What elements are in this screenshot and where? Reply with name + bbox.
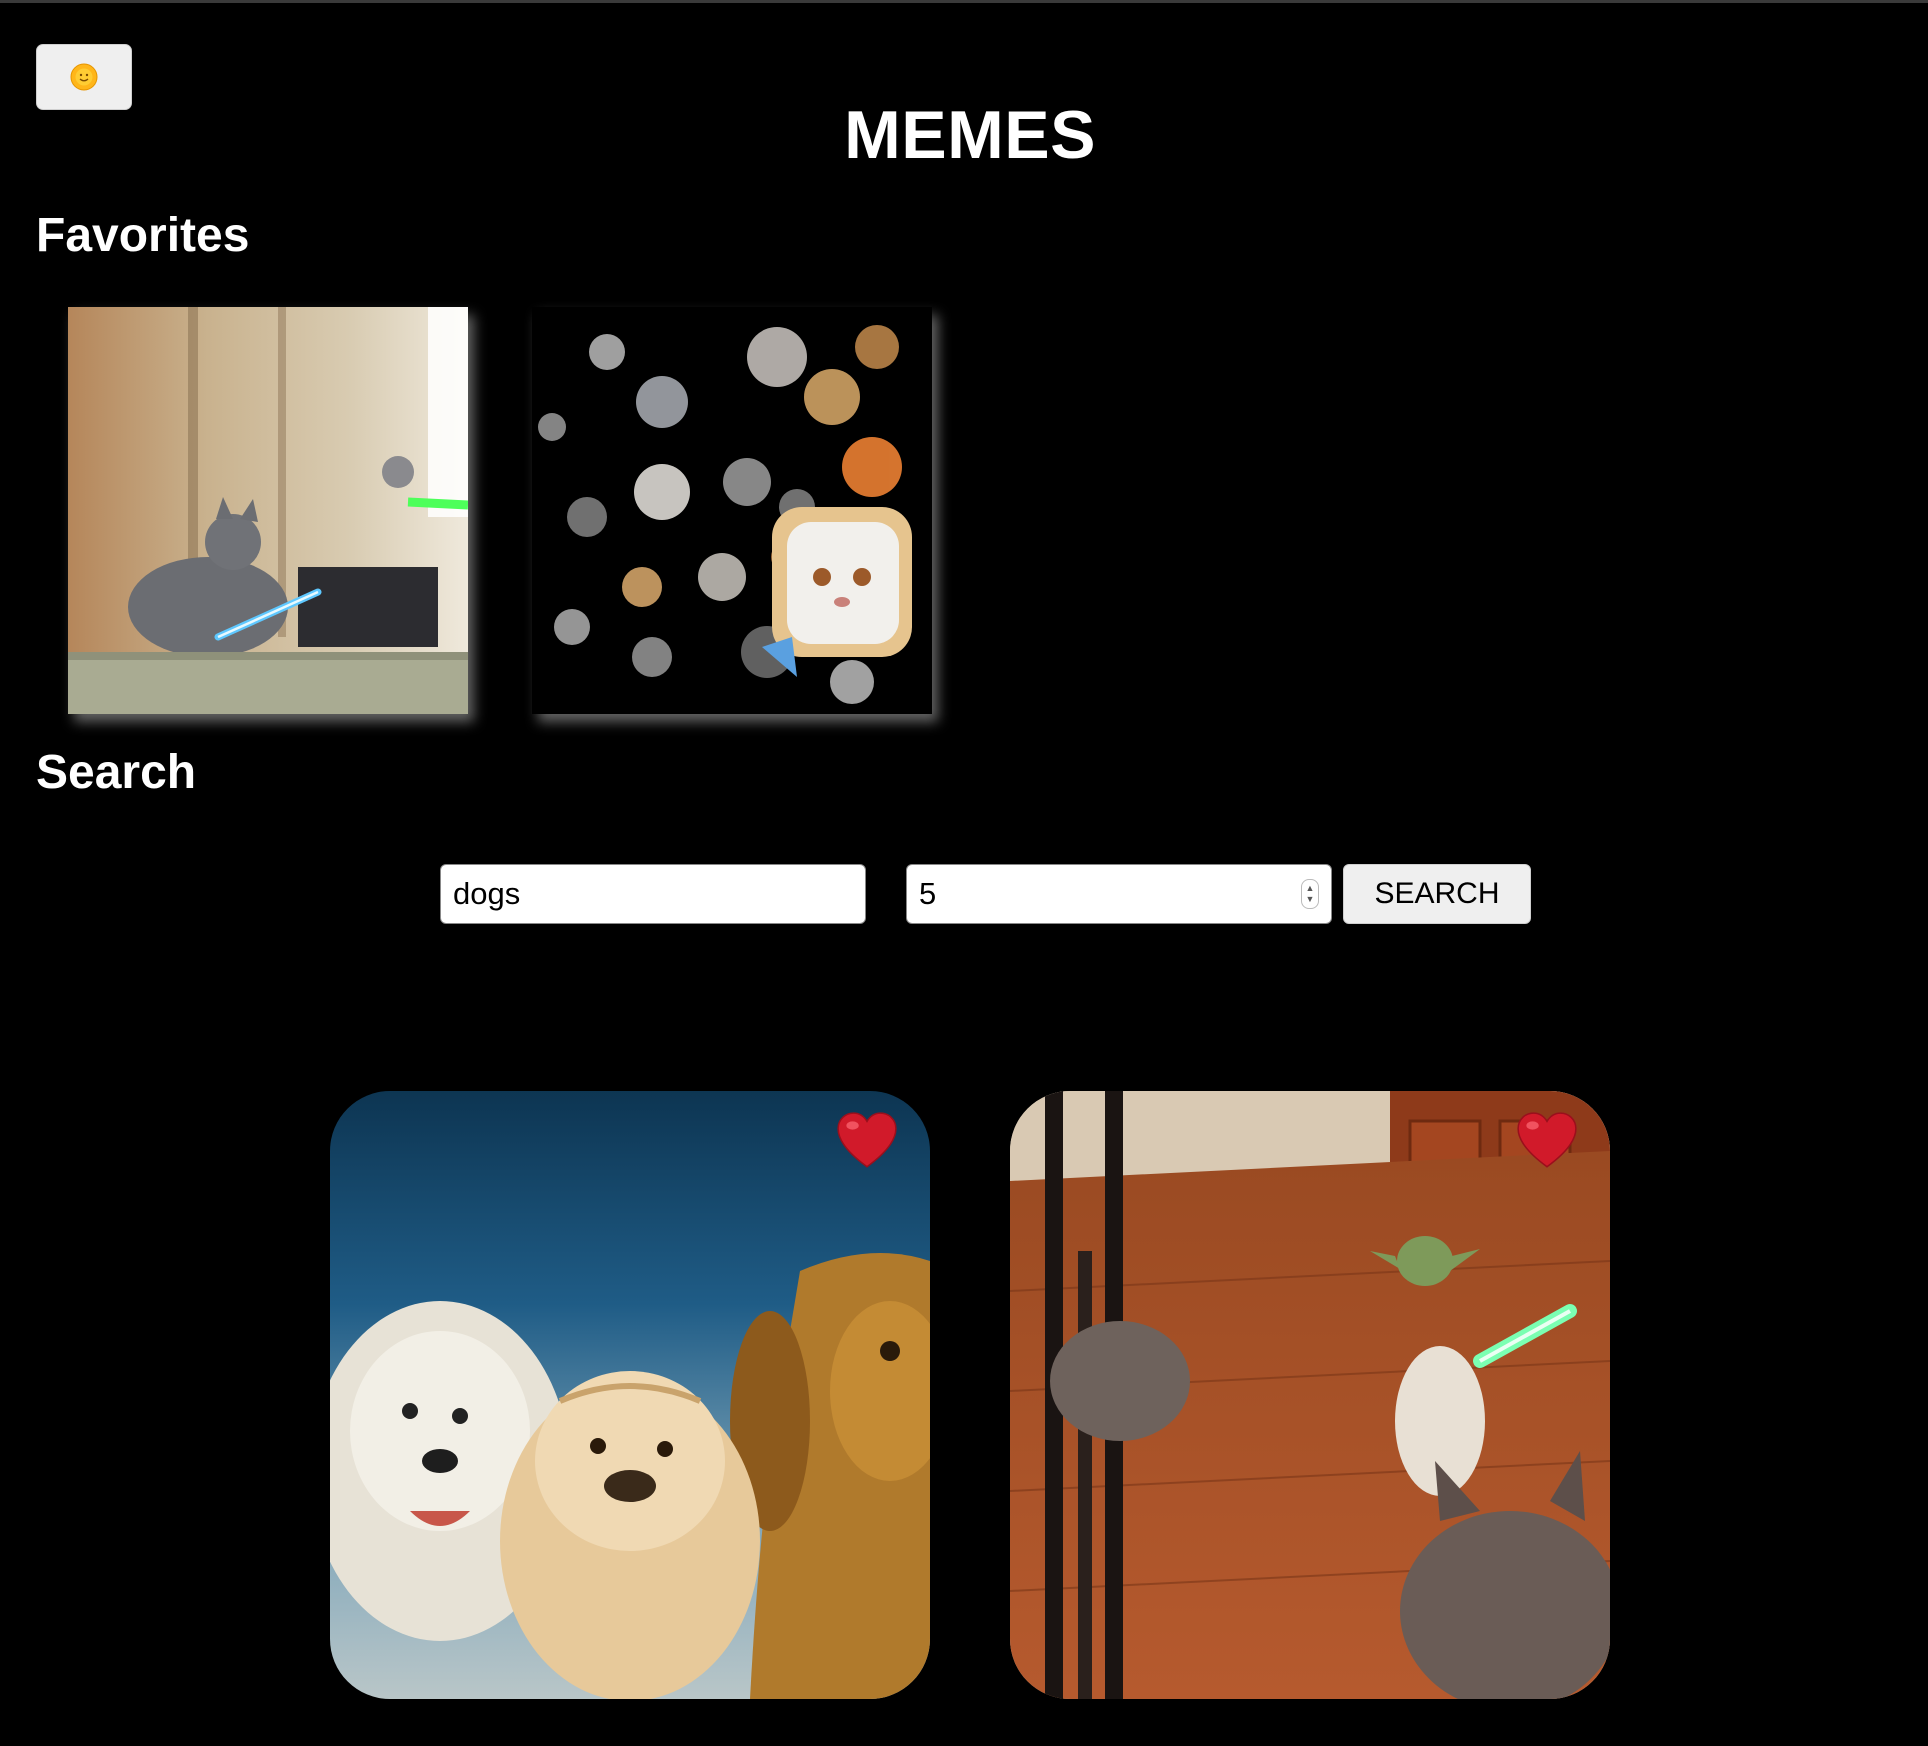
number-spinner-icon[interactable]: ▲ ▼: [1301, 879, 1319, 909]
search-query-input[interactable]: [440, 864, 866, 924]
search-heading: Search: [36, 746, 197, 799]
favorite-image: [68, 307, 468, 714]
favorite-item-flying-cats[interactable]: [532, 307, 932, 714]
favorite-heart-icon[interactable]: [834, 1109, 900, 1175]
result-image: [1010, 1091, 1610, 1699]
favorite-heart-icon[interactable]: [1514, 1109, 1580, 1175]
window-top-border: [0, 0, 1928, 3]
favorite-image: [532, 307, 932, 714]
result-limit-input[interactable]: 5 ▲ ▼: [906, 864, 1332, 924]
favorite-item-kitten-lightsaber[interactable]: [68, 307, 468, 714]
page-title: MEMES: [844, 97, 1096, 173]
search-button[interactable]: SEARCH: [1343, 864, 1531, 924]
favorites-heading: Favorites: [36, 209, 250, 262]
result-card-dogs[interactable]: [330, 1091, 930, 1699]
result-limit-value: 5: [919, 876, 937, 911]
result-card-yoda-dog[interactable]: [1010, 1091, 1610, 1699]
sun-emoji-icon: [70, 63, 98, 91]
result-image: [330, 1091, 930, 1699]
page: MEMES Favorites Search dogs 5 ▲ ▼ SEARCH: [0, 0, 1928, 1746]
